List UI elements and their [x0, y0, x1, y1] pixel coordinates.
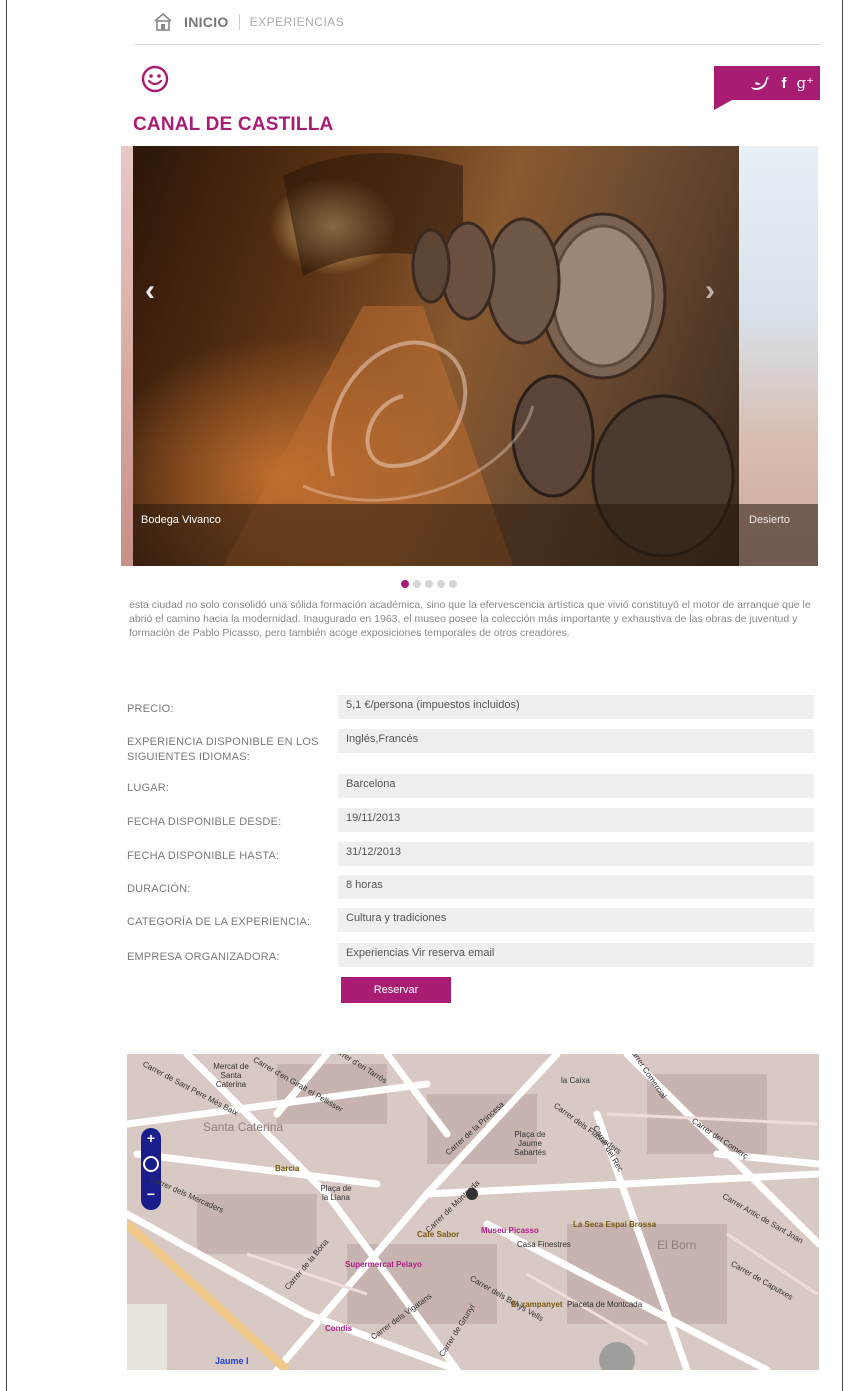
- value-duracion: 8 horas: [338, 875, 814, 899]
- next-slide-caption: Desierto: [749, 514, 790, 526]
- label-categoria: CATEGORÍA DE LA EXPERIENCIA:: [127, 916, 311, 928]
- map-poi-condis[interactable]: Condis: [325, 1324, 352, 1333]
- social-share-box: f g⁺: [714, 66, 820, 110]
- map-poi-xampanyet[interactable]: El xampanyet: [511, 1300, 563, 1309]
- header-divider: [134, 44, 822, 45]
- previous-slide-preview: [121, 146, 133, 566]
- facebook-icon[interactable]: f: [781, 75, 786, 92]
- value-idiomas: Inglés,Francés: [338, 729, 814, 753]
- carousel-prev-arrow-icon[interactable]: ‹: [145, 274, 155, 308]
- map-label-mercat: Mercat de Santa Caterina: [213, 1062, 249, 1089]
- carousel-pagination: [401, 580, 457, 588]
- map-label-born: El Born: [657, 1238, 697, 1252]
- social-share-bar: f g⁺: [714, 66, 820, 100]
- map-poi-supermercat[interactable]: Supermercat Pelayo: [345, 1260, 422, 1269]
- current-slide-image: [133, 146, 739, 566]
- map-zoom-control: + −: [141, 1128, 161, 1210]
- map-poi-placeta[interactable]: Placeta de Montcada: [567, 1300, 642, 1309]
- breadcrumb: INICIO EXPERIENCIAS: [152, 10, 344, 34]
- carousel-dot[interactable]: [401, 580, 409, 588]
- value-categoria: Cultura y tradiciones: [338, 908, 814, 932]
- map-poi-la-caixa[interactable]: la Caixa: [561, 1076, 590, 1085]
- google-plus-icon[interactable]: g⁺: [796, 74, 814, 92]
- label-fecha-hasta: FECHA DISPONIBLE HASTA:: [127, 850, 280, 862]
- map-poi-barcia[interactable]: Barcia: [275, 1164, 299, 1173]
- image-carousel[interactable]: Bodega Vivanco Desierto ‹ ›: [121, 146, 818, 566]
- label-precio: PRECIO:: [127, 703, 174, 715]
- window-border-left: [6, 0, 7, 1391]
- twitter-icon[interactable]: [749, 75, 771, 91]
- social-share-notch: [714, 100, 732, 110]
- breadcrumb-experiencias-link[interactable]: EXPERIENCIAS: [250, 15, 345, 29]
- slide-caption: Bodega Vivanco: [141, 514, 221, 526]
- breadcrumb-divider: [238, 14, 240, 30]
- map-zoom-slider-icon[interactable]: [143, 1156, 159, 1172]
- map-label-santa-caterina: Santa Caterina: [203, 1120, 284, 1134]
- caption-strip: [133, 504, 818, 566]
- location-map[interactable]: + − Mercat de Santa Caterina Santa Cater…: [127, 1054, 819, 1370]
- smiley-icon: [141, 65, 169, 93]
- map-streets: [127, 1054, 819, 1370]
- page-title: CANAL DE CASTILLA: [133, 114, 334, 135]
- experience-description: esta ciudad no solo consolidó una sólida…: [129, 599, 811, 639]
- home-icon[interactable]: [152, 11, 174, 33]
- carousel-next-arrow-icon[interactable]: ›: [705, 274, 715, 308]
- map-zoom-in-button[interactable]: +: [141, 1130, 161, 1146]
- map-label-placa-llana: Plaça de la Llana: [320, 1184, 352, 1202]
- reserve-button[interactable]: Reservar: [341, 977, 451, 1003]
- carousel-dot[interactable]: [413, 580, 421, 588]
- carousel-dot[interactable]: [449, 580, 457, 588]
- map-poi-finestres[interactable]: Casa Finestres: [517, 1240, 571, 1249]
- label-duracion: DURACIÓN:: [127, 883, 191, 895]
- map-label-placa-jaume: Plaça de Jaume Sabartés: [513, 1130, 547, 1157]
- barrels-illustration: [223, 153, 735, 566]
- carousel-dot[interactable]: [425, 580, 433, 588]
- next-slide-preview: [739, 146, 818, 566]
- value-fecha-hasta: 31/12/2013: [338, 842, 814, 866]
- carousel-dot[interactable]: [437, 580, 445, 588]
- value-empresa: Experiencias Vir reserva email: [338, 943, 814, 967]
- label-fecha-desde: FECHA DISPONIBLE DESDE:: [127, 816, 282, 828]
- map-poi-seca[interactable]: La Seca Espai Brossa: [573, 1220, 656, 1229]
- value-fecha-desde: 19/11/2013: [338, 808, 814, 832]
- map-zoom-out-button[interactable]: −: [141, 1186, 161, 1202]
- map-poi-museu[interactable]: Museu Picasso: [481, 1226, 539, 1235]
- map-label-jaume-i: Jaume I: [215, 1356, 249, 1366]
- window-border-right: [842, 0, 843, 1391]
- label-lugar: LUGAR:: [127, 782, 170, 794]
- value-lugar: Barcelona: [338, 774, 814, 798]
- breadcrumb-home-link[interactable]: INICIO: [184, 14, 229, 30]
- map-poi-cafe-sabor[interactable]: Cafe Sabor: [417, 1230, 459, 1239]
- label-idiomas: EXPERIENCIA DISPONIBLE EN LOS SIGUIENTES…: [127, 736, 319, 763]
- value-precio: 5,1 €/persona (impuestos incluidos): [338, 695, 814, 719]
- label-empresa: EMPRESA ORGANIZADORA:: [127, 951, 280, 963]
